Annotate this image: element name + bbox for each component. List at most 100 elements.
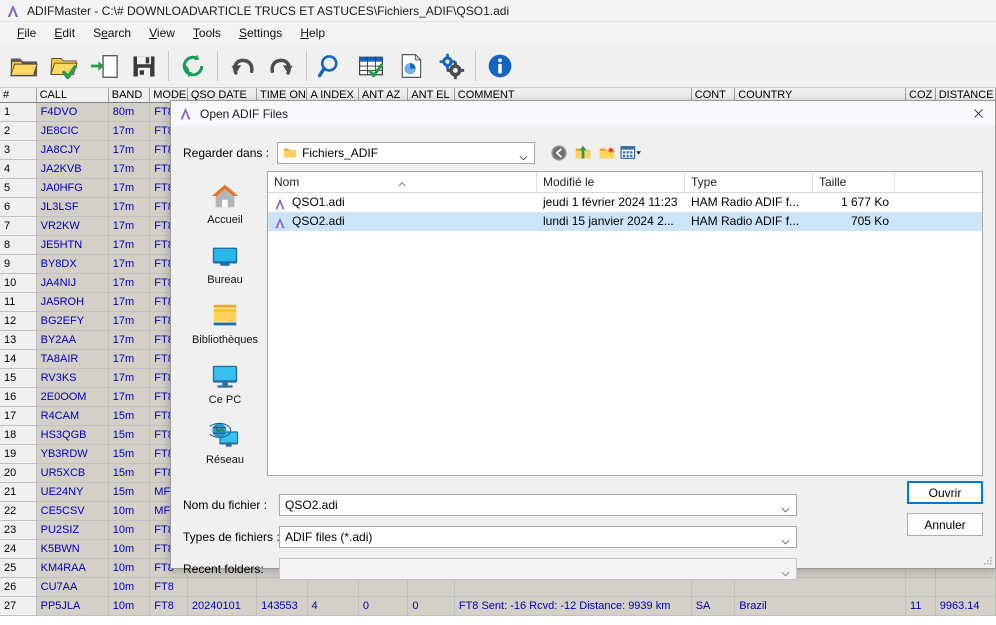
import-file-icon[interactable] — [84, 46, 124, 86]
table-cell[interactable]: 10m — [108, 502, 151, 520]
table-cell[interactable]: 22 — [0, 502, 37, 520]
grid-column-header[interactable]: BAND — [108, 88, 151, 102]
table-cell[interactable]: 15m — [108, 445, 151, 463]
table-check-icon[interactable] — [351, 46, 391, 86]
table-cell[interactable]: BY2AA — [36, 331, 109, 349]
file-size-cell[interactable]: 705 Ko — [813, 212, 895, 231]
chevron-down-icon[interactable] — [781, 502, 790, 513]
file-size-cell[interactable]: 1 677 Ko — [813, 193, 895, 212]
table-cell[interactable]: 15m — [108, 426, 151, 444]
view-mode-icon[interactable] — [619, 141, 643, 165]
file-modified-cell[interactable]: lundi 15 janvier 2024 2... — [537, 212, 685, 231]
file-name-cell[interactable]: QSO2.adi — [268, 212, 537, 231]
look-in-combo[interactable]: Fichiers_ADIF — [277, 142, 536, 164]
file-list-body[interactable]: QSO1.adi jeudi 1 février 2024 11:23 HAM Ra… — [268, 193, 982, 231]
table-cell[interactable]: 143553 — [257, 597, 308, 615]
save-icon[interactable] — [124, 46, 164, 86]
search-icon[interactable] — [311, 46, 351, 86]
menu-item-help[interactable]: Help — [291, 24, 334, 42]
table-cell[interactable]: FT8 — [150, 597, 188, 615]
menu-item-settings[interactable]: Settings — [230, 24, 291, 42]
table-cell[interactable]: JL3LSF — [36, 198, 109, 216]
file-modified-cell[interactable]: jeudi 1 février 2024 11:23 — [537, 193, 685, 212]
table-cell[interactable]: 17m — [108, 312, 151, 330]
table-cell[interactable]: JE8CIC — [36, 122, 109, 140]
table-cell[interactable]: 17m — [108, 141, 151, 159]
table-cell[interactable]: 13 — [0, 331, 37, 349]
table-cell[interactable]: 1 — [0, 103, 37, 121]
table-cell[interactable]: 26 — [0, 578, 37, 596]
new-folder-icon[interactable] — [595, 141, 619, 165]
table-cell[interactable]: 2E0OOM — [36, 388, 109, 406]
table-cell[interactable]: JA4NIJ — [36, 274, 109, 292]
open-adif-files-dialog[interactable]: Open ADIF Files Regarder dans : Fichiers… — [170, 100, 996, 580]
table-cell[interactable]: PU2SIZ — [36, 521, 109, 539]
table-cell[interactable]: 17m — [108, 274, 151, 292]
table-cell[interactable]: JA2KVB — [36, 160, 109, 178]
table-cell[interactable]: 10m — [108, 521, 151, 539]
table-cell[interactable]: Brazil — [735, 597, 906, 615]
recent-folders-select[interactable] — [279, 558, 797, 580]
refresh-icon[interactable] — [173, 46, 213, 86]
table-cell[interactable]: 17 — [0, 407, 37, 425]
grid-column-header[interactable]: CALL — [36, 88, 109, 102]
table-cell[interactable]: 27 — [0, 597, 37, 615]
table-cell[interactable]: R4CAM — [36, 407, 109, 425]
table-cell[interactable]: 11 — [906, 597, 936, 615]
table-cell[interactable]: 9963.14 — [935, 597, 996, 615]
table-cell[interactable]: 10m — [108, 578, 151, 596]
file-type-cell[interactable]: HAM Radio ADIF f... — [685, 193, 813, 212]
chevron-down-icon[interactable] — [781, 534, 790, 545]
table-cell[interactable]: 80m — [108, 103, 151, 121]
table-cell[interactable]: UE24NY — [36, 483, 109, 501]
open-folder-icon[interactable] — [4, 46, 44, 86]
up-one-level-icon[interactable] — [571, 141, 595, 165]
table-cell[interactable]: HS3QGB — [36, 426, 109, 444]
table-cell[interactable]: BG2EFY — [36, 312, 109, 330]
folder-check-icon[interactable] — [44, 46, 84, 86]
report-chart-icon[interactable] — [391, 46, 431, 86]
table-cell[interactable]: 10m — [108, 540, 151, 558]
place-item-accueil[interactable]: Accueil — [187, 179, 263, 237]
table-cell[interactable]: 10 — [0, 274, 37, 292]
table-cell[interactable]: 19 — [0, 445, 37, 463]
table-cell[interactable]: 12 — [0, 312, 37, 330]
table-cell[interactable]: KM4RAA — [36, 559, 109, 577]
table-cell[interactable]: PP5JLA — [36, 597, 109, 615]
menu-item-search[interactable]: Search — [84, 24, 140, 42]
table-cell[interactable]: 4 — [0, 160, 37, 178]
file-list[interactable]: Nom Modifié le Type Taille QSO1.adi jeudi 1 … — [267, 171, 983, 476]
table-cell[interactable]: 15m — [108, 464, 151, 482]
info-icon[interactable] — [480, 46, 520, 86]
table-cell[interactable]: 15 — [0, 369, 37, 387]
table-cell[interactable]: 10m — [108, 559, 151, 577]
table-cell[interactable]: 0 — [408, 597, 455, 615]
place-item-bureau[interactable]: Bureau — [187, 239, 263, 297]
table-cell[interactable]: 7 — [0, 217, 37, 235]
table-cell[interactable]: K5BWN — [36, 540, 109, 558]
table-cell[interactable]: UR5XCB — [36, 464, 109, 482]
cancel-button[interactable]: Annuler — [907, 513, 983, 536]
table-cell[interactable]: 18 — [0, 426, 37, 444]
menu-item-tools[interactable]: Tools — [184, 24, 230, 42]
menu-item-file[interactable]: File — [8, 24, 45, 42]
menu-item-view[interactable]: View — [140, 24, 184, 42]
table-cell[interactable]: 23 — [0, 521, 37, 539]
table-cell[interactable]: VR2KW — [36, 217, 109, 235]
settings-gears-icon[interactable] — [431, 46, 471, 86]
table-cell[interactable]: 17m — [108, 331, 151, 349]
table-cell[interactable]: RV3KS — [36, 369, 109, 387]
table-cell[interactable]: 20 — [0, 464, 37, 482]
table-cell[interactable]: 17m — [108, 160, 151, 178]
table-cell[interactable]: 17m — [108, 350, 151, 368]
table-cell[interactable]: 2 — [0, 122, 37, 140]
table-cell[interactable]: 17m — [108, 122, 151, 140]
table-cell[interactable]: 9 — [0, 255, 37, 273]
grid-column-header[interactable]: # — [0, 88, 37, 102]
table-cell[interactable]: JA5ROH — [36, 293, 109, 311]
place-item-ce-pc[interactable]: Ce PC — [187, 359, 263, 417]
table-cell[interactable]: 14 — [0, 350, 37, 368]
open-button[interactable]: Ouvrir — [907, 481, 983, 504]
table-cell[interactable]: 3 — [0, 141, 37, 159]
table-cell[interactable]: 17m — [108, 179, 151, 197]
